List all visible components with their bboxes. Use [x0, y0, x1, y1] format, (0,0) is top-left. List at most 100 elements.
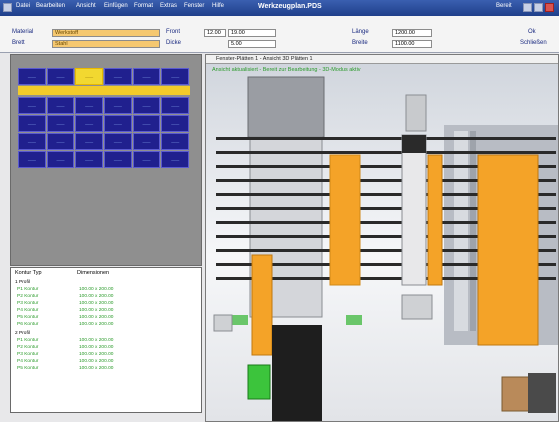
matrix-cell[interactable]: —— [132, 68, 161, 85]
menu-edit[interactable]: Bearbeiten [36, 3, 65, 9]
matrix-cell[interactable]: —— [104, 133, 132, 150]
matrix-row: —— —— —— —— —— —— [18, 151, 190, 168]
material-label: Material [12, 29, 34, 35]
matrix-cell[interactable]: —— [18, 68, 46, 85]
parameter-panel: Material Werkstoff Brett Stahl Front 12.… [0, 16, 559, 53]
group-title: 1 Profil [15, 280, 30, 285]
length-field[interactable]: 1200.00 [392, 29, 432, 37]
table-cell-type[interactable]: P4 Kontur [17, 359, 38, 364]
dark-item [528, 373, 556, 413]
wall-strip [454, 131, 468, 331]
matrix-cell[interactable]: —— [132, 151, 161, 168]
matrix-cell[interactable]: —— [46, 97, 75, 114]
table-cell-type[interactable]: P5 Kontur [17, 366, 38, 371]
matrix-cell[interactable]: —— [161, 68, 190, 85]
table-cell-dimensions[interactable]: 100.00 x 200.00 [79, 287, 113, 292]
table-cell-type[interactable]: P2 Kontur [17, 345, 38, 350]
matrix-cell[interactable]: —— [75, 151, 104, 168]
table-cell-dimensions[interactable]: 100.00 x 200.00 [79, 345, 113, 350]
cell-matrix[interactable]: —— —— —— —— —— —— —— —— —— —— —— —— —— —— —— —— —— —— —— ——… [18, 68, 190, 169]
thickness-label: Dicke [166, 40, 182, 46]
table-cell-dimensions[interactable]: 100.00 x 200.00 [79, 352, 113, 357]
matrix-cell[interactable]: —— [75, 115, 104, 132]
table-cell-dimensions[interactable]: 100.00 x 200.00 [79, 338, 113, 343]
menu-tools[interactable]: Extras [160, 3, 177, 9]
matrix-cell[interactable]: —— [161, 151, 190, 168]
table-cell-dimensions[interactable]: 100.00 x 200.00 [79, 294, 113, 299]
menu-view[interactable]: Ansicht [76, 3, 96, 9]
rail [216, 151, 556, 154]
matrix-cell[interactable]: —— [132, 97, 161, 114]
window-title: Werkzeugplan.PDS [258, 3, 322, 10]
matrix-cell[interactable]: —— [18, 97, 46, 114]
column-header-type: Kontur Typ [15, 270, 42, 276]
matrix-cell[interactable]: —— [18, 151, 46, 168]
table-cell-type[interactable]: P4 Kontur [17, 308, 38, 313]
table-cell-dimensions[interactable]: 100.00 x 200.00 [79, 322, 113, 327]
table-cell-type[interactable]: P1 Kontur [17, 338, 38, 343]
table-cell-dimensions[interactable]: 100.00 x 200.00 [79, 366, 113, 371]
table-cell-type[interactable]: P3 Kontur [17, 301, 38, 306]
table-cell-type[interactable]: P1 Kontur [17, 287, 38, 292]
matrix-cell[interactable]: —— [161, 115, 190, 132]
matrix-cell[interactable]: —— [104, 97, 132, 114]
orange-lower-part [251, 254, 273, 356]
matrix-cell[interactable]: —— [75, 97, 104, 114]
3d-viewport[interactable]: Fenster-Plätten 1 - Ansicht 3D Plätten 1… [205, 54, 559, 422]
3d-scene [213, 76, 558, 421]
menu-insert[interactable]: Einfügen [104, 3, 128, 9]
width-field[interactable]: 1100.00 [392, 40, 432, 48]
right-column [401, 134, 427, 286]
ok-button[interactable]: Ok [528, 29, 536, 35]
matrix-cell[interactable]: —— [75, 68, 104, 85]
matrix-row: —— —— —— —— —— —— [18, 115, 190, 132]
maximize-icon[interactable] [534, 3, 543, 12]
matrix-row: —— —— —— —— —— —— [18, 97, 190, 114]
matrix-cell[interactable]: —— [18, 115, 46, 132]
table-cell-dimensions[interactable]: 100.00 x 200.00 [79, 308, 113, 313]
matrix-cell[interactable]: —— [46, 68, 75, 85]
green-clip [346, 315, 362, 325]
green-terminal [247, 364, 271, 400]
matrix-cell[interactable]: —— [18, 133, 46, 150]
menu-window[interactable]: Fenster [184, 3, 204, 9]
rail [216, 137, 556, 140]
table-cell-type[interactable]: P3 Kontur [17, 352, 38, 357]
right-column-cap [402, 135, 426, 153]
close-icon[interactable] [545, 3, 554, 12]
matrix-cell[interactable]: —— [46, 115, 75, 132]
orange-block-right [477, 154, 539, 346]
minimize-icon[interactable] [523, 3, 532, 12]
table-cell-type[interactable]: P6 Kontur [17, 322, 38, 327]
matrix-cell[interactable]: —— [46, 133, 75, 150]
menu-file[interactable]: Datei [16, 3, 30, 9]
contour-table: Kontur Typ Dimensionen 1 Profil P1 Kontur… [10, 267, 202, 413]
menu-help[interactable]: Hilfe [212, 3, 224, 9]
menu-format[interactable]: Format [134, 3, 153, 9]
front-spin[interactable]: 12.00 [204, 29, 226, 37]
matrix-cell[interactable]: —— [132, 133, 161, 150]
table-cell-dimensions[interactable]: 100.00 x 200.00 [79, 359, 113, 364]
app-menu-icon[interactable] [3, 3, 12, 12]
matrix-cell[interactable]: —— [46, 151, 75, 168]
matrix-cell[interactable]: —— [161, 133, 190, 150]
title-bar: Datei Bearbeiten Ansicht Einfügen Format… [0, 0, 559, 16]
table-cell-type[interactable]: P5 Kontur [17, 315, 38, 320]
matrix-cell[interactable]: —— [161, 97, 190, 114]
matrix-cell[interactable]: —— [104, 68, 132, 85]
green-clip [232, 315, 248, 325]
table-cell-dimensions[interactable]: 100.00 x 200.00 [79, 301, 113, 306]
matrix-cell[interactable]: —— [75, 133, 104, 150]
close-button[interactable]: Schließen [520, 40, 547, 46]
ready-indicator: Bereit [496, 3, 512, 9]
matrix-cell[interactable]: —— [132, 115, 161, 132]
material-field[interactable]: Werkstoff [52, 29, 160, 37]
table-cell-dimensions[interactable]: 100.00 x 200.00 [79, 315, 113, 320]
front-field[interactable]: 19.00 [228, 29, 276, 37]
right-column-top [405, 94, 427, 132]
matrix-cell[interactable]: —— [104, 115, 132, 132]
board-field[interactable]: Stahl [52, 40, 160, 48]
matrix-cell[interactable]: —— [104, 151, 132, 168]
table-cell-type[interactable]: P2 Kontur [17, 294, 38, 299]
thickness-field[interactable]: 5.00 [228, 40, 276, 48]
